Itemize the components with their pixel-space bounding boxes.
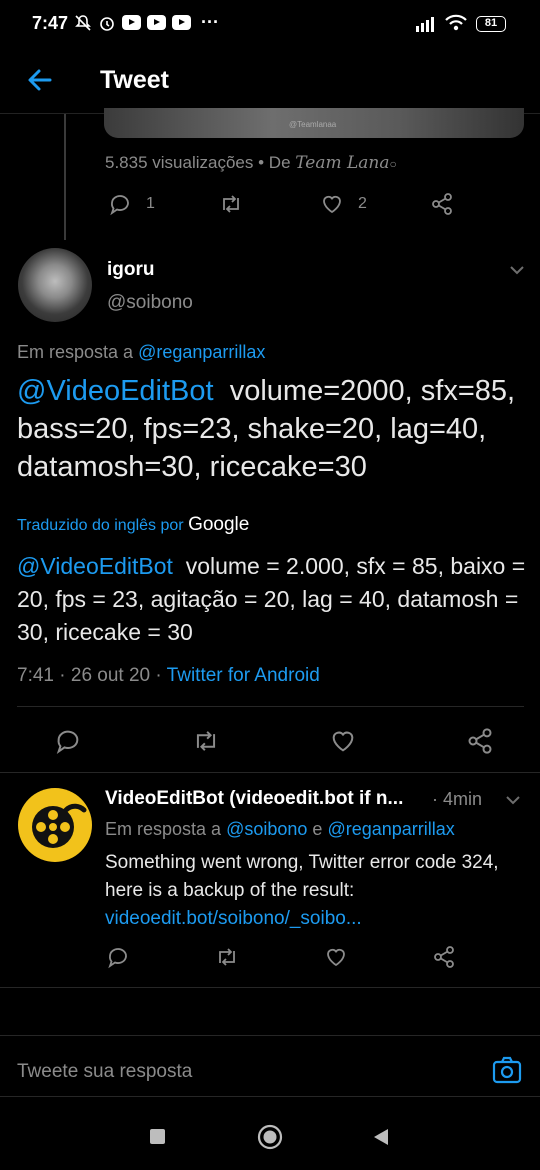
- retweet-icon[interactable]: [191, 727, 221, 755]
- views-separator: •: [258, 153, 265, 172]
- like-icon[interactable]: [324, 945, 348, 969]
- status-time: 7:47: [32, 13, 69, 33]
- reply-button[interactable]: 1: [108, 192, 218, 216]
- reply-text: Something went wrong, Twitter error code…: [105, 852, 499, 901]
- tweet-body: @VideoEditBot volume=2000, sfx=85, bass=…: [17, 372, 532, 486]
- reply-timestamp: · 4min: [432, 789, 483, 809]
- thread-connector-line: [64, 114, 66, 240]
- like-count: 2: [358, 195, 367, 212]
- reply-to-link[interactable]: @soibono: [226, 819, 307, 839]
- reply-context: Em resposta a @reganparrillax: [17, 342, 265, 363]
- youtube-icon: [147, 15, 166, 30]
- reply-and: e: [312, 819, 323, 839]
- reply-prefix: Em resposta a: [105, 819, 222, 839]
- tweet-client-link[interactable]: Twitter for Android: [167, 665, 320, 686]
- reply-to-link[interactable]: @reganparrillax: [138, 342, 265, 362]
- share-icon: [432, 193, 452, 215]
- status-notification-icons: ···: [74, 12, 219, 33]
- divider: [0, 987, 540, 988]
- battery-indicator: 81: [476, 16, 506, 32]
- retweet-icon: [223, 195, 239, 213]
- translation-mention-link[interactable]: @VideoEditBot: [17, 553, 173, 579]
- like-icon: [323, 195, 341, 214]
- bot-avatar[interactable]: [18, 788, 92, 862]
- wifi-icon: [445, 14, 467, 31]
- reply-icon[interactable]: [106, 945, 130, 969]
- prev-tweet-actions: 1 2: [108, 192, 458, 216]
- retweet-icon[interactable]: [214, 945, 240, 969]
- battery-level: 81: [484, 17, 498, 29]
- camera-icon[interactable]: [492, 1056, 522, 1084]
- more-notifications-icon: ···: [201, 12, 219, 32]
- alarm-icon: [100, 16, 114, 31]
- system-navigation-bar: [0, 1098, 540, 1170]
- youtube-icon: [172, 15, 191, 30]
- retweet-button[interactable]: [218, 192, 320, 216]
- share-icon[interactable]: [432, 945, 456, 969]
- share-icon[interactable]: [466, 727, 494, 755]
- share-button[interactable]: [430, 192, 454, 216]
- reply-prefix: Em resposta a: [17, 342, 134, 362]
- tweet-time: 7:41: [17, 665, 54, 686]
- reply-context: Em resposta a @soibono e @reganparrillax: [105, 819, 455, 840]
- reply-count: 1: [146, 195, 155, 212]
- back-arrow-icon[interactable]: [24, 64, 56, 96]
- reply-tweet-actions: [106, 945, 456, 969]
- reply-input-placeholder[interactable]: Tweete sua resposta: [17, 1061, 192, 1083]
- views-by: De: [268, 153, 291, 172]
- translated-label: Traduzido do inglês por: [17, 517, 184, 534]
- status-bar: 7:47 ··· 81: [0, 0, 540, 48]
- translation-body: @VideoEditBot volume = 2.000, sfx = 85, …: [17, 550, 532, 649]
- home-button[interactable]: [257, 1124, 283, 1150]
- like-icon[interactable]: [329, 727, 357, 755]
- reply-to-link[interactable]: @reganparrillax: [327, 819, 454, 839]
- author-name[interactable]: igoru: [107, 259, 155, 281]
- reply-icon[interactable]: [54, 727, 82, 755]
- media-preview[interactable]: @Teamlanaa: [104, 108, 524, 138]
- reply-composer[interactable]: Tweete sua resposta: [0, 1035, 540, 1097]
- top-app-bar: Tweet: [0, 48, 540, 114]
- recents-button[interactable]: [150, 1129, 165, 1144]
- avatar[interactable]: [18, 248, 92, 322]
- signal-icon: [416, 17, 434, 32]
- reply-body: Something went wrong, Twitter error code…: [105, 849, 525, 933]
- translation-attribution[interactable]: Traduzido do inglês por Google: [17, 514, 249, 536]
- main-tweet-actions: [54, 727, 494, 755]
- author-handle[interactable]: @soibono: [107, 292, 193, 314]
- divider: [17, 706, 524, 707]
- like-button[interactable]: 2: [320, 192, 430, 216]
- media-watermark: @Teamlanaa: [289, 120, 337, 129]
- page-title: Tweet: [100, 66, 169, 94]
- views-source: Team Lana: [295, 153, 390, 173]
- tweet-metadata: 7:41 · 26 out 20 · Twitter for Android: [17, 665, 320, 686]
- film-reel-icon: [32, 803, 87, 848]
- views-count-text: 5.835 visualizações: [105, 153, 254, 172]
- youtube-icon: [122, 15, 141, 30]
- back-button[interactable]: [372, 1128, 390, 1146]
- mute-icon: [75, 14, 91, 31]
- reply-icon: [110, 195, 129, 216]
- chevron-down-icon[interactable]: [509, 262, 525, 278]
- result-link[interactable]: videoedit.bot/soibono/_soibo...: [105, 908, 362, 929]
- google-logo: Google: [188, 514, 250, 535]
- divider: [0, 772, 540, 773]
- view-count: 5.835 visualizações • De Team Lana○: [105, 153, 397, 173]
- mention-link[interactable]: @VideoEditBot: [17, 375, 214, 407]
- chevron-down-icon[interactable]: [505, 792, 521, 808]
- tweet-date: 26 out 20: [70, 665, 151, 686]
- reply-author-name[interactable]: VideoEditBot (videoedit.bot if n...: [105, 788, 403, 810]
